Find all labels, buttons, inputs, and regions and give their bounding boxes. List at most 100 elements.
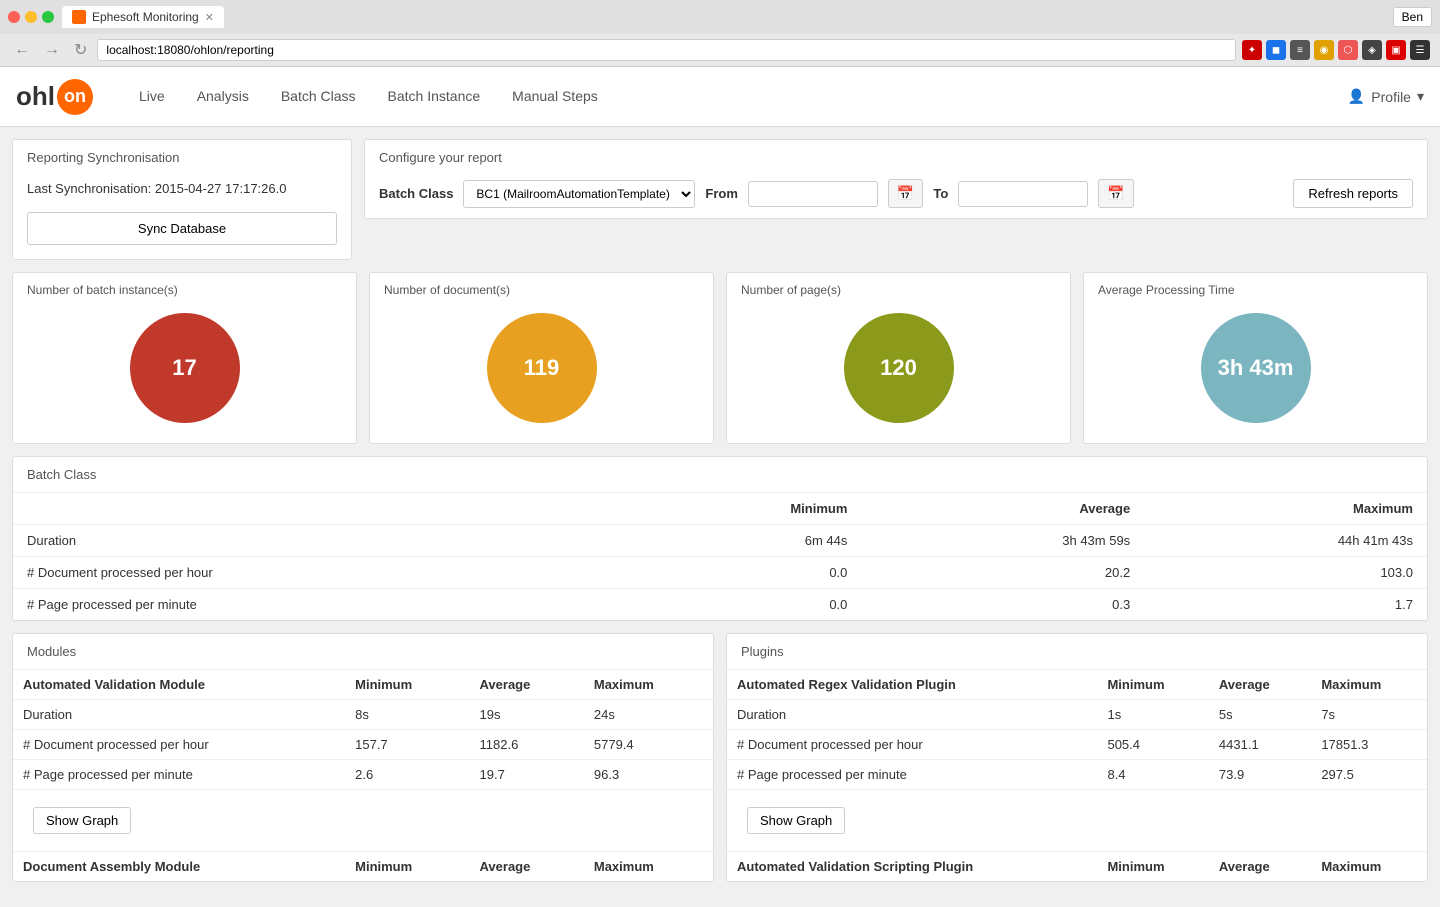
refresh-browser-button[interactable]: ↻ bbox=[70, 38, 91, 62]
profile-label: Profile bbox=[1371, 89, 1411, 105]
stat-documents-circle: 119 bbox=[487, 313, 597, 423]
nav-item-batch-instance[interactable]: Batch Instance bbox=[372, 67, 497, 127]
stat-pages-title: Number of page(s) bbox=[741, 283, 841, 297]
stat-avg-processing-circle: 3h 43m bbox=[1201, 313, 1311, 423]
avm-doc-per-hour-label: # Document processed per hour bbox=[13, 730, 345, 760]
avm-doc-per-hour-min: 157.7 bbox=[345, 730, 469, 760]
refresh-reports-button[interactable]: Refresh reports bbox=[1293, 179, 1413, 208]
plugins-table: Automated Regex Validation Plugin Minimu… bbox=[727, 670, 1427, 881]
table-row: # Document processed per hour 0.0 20.2 1… bbox=[13, 557, 1427, 589]
document-assembly-module-max-header: Maximum bbox=[584, 852, 713, 882]
plugin-header-row: Automated Regex Validation Plugin Minimu… bbox=[727, 670, 1427, 700]
ext-icon-4: ◉ bbox=[1314, 40, 1334, 60]
table-row: Duration 6m 44s 3h 43m 59s 44h 41m 43s bbox=[13, 525, 1427, 557]
batch-class-label: Batch Class bbox=[379, 186, 453, 201]
batch-doc-per-hour-max: 103.0 bbox=[1144, 557, 1427, 589]
stat-avg-processing-value: 3h 43m bbox=[1218, 355, 1294, 381]
to-label: To bbox=[933, 186, 948, 201]
ext-icon-5: ⬡ bbox=[1338, 40, 1358, 60]
plugins-title: Plugins bbox=[727, 634, 1427, 670]
arvp-page-per-min-avg: 73.9 bbox=[1209, 760, 1311, 790]
app-header: ohl on Live Analysis Batch Class Batch I… bbox=[0, 67, 1440, 127]
batch-class-select[interactable]: BC1 (MailroomAutomationTemplate) bbox=[463, 180, 695, 208]
arvp-doc-per-hour-avg: 4431.1 bbox=[1209, 730, 1311, 760]
ext-icon-1: ✦ bbox=[1242, 40, 1262, 60]
sync-last-sync: Last Synchronisation: 2015-04-27 17:17:2… bbox=[13, 175, 351, 206]
to-date-input[interactable] bbox=[958, 181, 1088, 207]
arvp-page-per-min-min: 8.4 bbox=[1097, 760, 1208, 790]
maximize-dot[interactable] bbox=[42, 11, 54, 23]
plugins-show-graph-button[interactable]: Show Graph bbox=[747, 807, 845, 834]
stat-batch-instances-value: 17 bbox=[172, 355, 196, 381]
main-content: Reporting Synchronisation Last Synchroni… bbox=[0, 127, 1440, 907]
batch-class-col-max: Maximum bbox=[1144, 493, 1427, 525]
batch-class-title: Batch Class bbox=[13, 457, 1427, 493]
stat-batch-instances: Number of batch instance(s) 17 bbox=[12, 272, 357, 444]
url-bar[interactable] bbox=[97, 39, 1236, 61]
configure-section: Configure your report Batch Class BC1 (M… bbox=[364, 139, 1428, 260]
table-row: # Document processed per hour 505.4 4431… bbox=[727, 730, 1427, 760]
stat-documents-title: Number of document(s) bbox=[384, 283, 510, 297]
modules-card: Modules Automated Validation Module Mini… bbox=[12, 633, 714, 882]
stat-pages-value: 120 bbox=[880, 355, 917, 381]
show-graph-row: Show Graph bbox=[727, 790, 1427, 852]
nav-item-analysis[interactable]: Analysis bbox=[181, 67, 265, 127]
ext-icon-6: ◈ bbox=[1362, 40, 1382, 60]
arvp-page-per-min-label: # Page processed per minute bbox=[727, 760, 1097, 790]
modules-table: Automated Validation Module Minimum Aver… bbox=[13, 670, 713, 881]
avm-doc-per-hour-max: 5779.4 bbox=[584, 730, 713, 760]
arvp-duration-min: 1s bbox=[1097, 700, 1208, 730]
batch-class-col-avg: Average bbox=[861, 493, 1144, 525]
main-nav: Live Analysis Batch Class Batch Instance… bbox=[123, 67, 1348, 127]
table-row: # Page processed per minute 0.0 0.3 1.7 bbox=[13, 589, 1427, 621]
module-header-row: Automated Validation Module Minimum Aver… bbox=[13, 670, 713, 700]
module-header-row: Document Assembly Module Minimum Average… bbox=[13, 852, 713, 882]
sync-card: Reporting Synchronisation Last Synchroni… bbox=[12, 139, 352, 260]
profile-area[interactable]: 👤 Profile ▾ bbox=[1348, 88, 1424, 105]
automated-validation-module-min-header: Minimum bbox=[345, 670, 469, 700]
tab-close-icon[interactable]: ✕ bbox=[205, 11, 214, 24]
stat-avg-processing: Average Processing Time 3h 43m bbox=[1083, 272, 1428, 444]
automated-validation-scripting-plugin-min-header: Minimum bbox=[1097, 852, 1208, 882]
batch-doc-per-hour-min: 0.0 bbox=[579, 557, 862, 589]
batch-duration-label: Duration bbox=[13, 525, 579, 557]
batch-duration-avg: 3h 43m 59s bbox=[861, 525, 1144, 557]
arvp-duration-avg: 5s bbox=[1209, 700, 1311, 730]
automated-validation-scripting-plugin-max-header: Maximum bbox=[1311, 852, 1427, 882]
nav-item-batch-class[interactable]: Batch Class bbox=[265, 67, 372, 127]
from-date-input[interactable] bbox=[748, 181, 878, 207]
automated-regex-plugin-label: Automated Regex Validation Plugin bbox=[727, 670, 1097, 700]
from-calendar-icon[interactable]: 📅 bbox=[888, 179, 923, 208]
browser-tab[interactable]: Ephesoft Monitoring ✕ bbox=[62, 6, 224, 28]
back-button[interactable]: ← bbox=[10, 39, 34, 61]
automated-validation-module-max-header: Maximum bbox=[584, 670, 713, 700]
table-row: Duration 1s 5s 7s bbox=[727, 700, 1427, 730]
browser-toolbar: Ephesoft Monitoring ✕ Ben bbox=[0, 0, 1440, 34]
avm-page-per-min-label: # Page processed per minute bbox=[13, 760, 345, 790]
avm-page-per-min-max: 96.3 bbox=[584, 760, 713, 790]
nav-item-live[interactable]: Live bbox=[123, 67, 181, 127]
avm-duration-avg: 19s bbox=[470, 700, 584, 730]
ext-icon-8: ☰ bbox=[1410, 40, 1430, 60]
automated-regex-plugin-max-header: Maximum bbox=[1311, 670, 1427, 700]
batch-duration-max: 44h 41m 43s bbox=[1144, 525, 1427, 557]
profile-icon: 👤 bbox=[1348, 88, 1365, 105]
nav-item-manual-steps[interactable]: Manual Steps bbox=[496, 67, 614, 127]
avm-duration-label: Duration bbox=[13, 700, 345, 730]
minimize-dot[interactable] bbox=[25, 11, 37, 23]
to-calendar-icon[interactable]: 📅 bbox=[1098, 179, 1133, 208]
batch-class-card: Batch Class Minimum Average Maximum Dura… bbox=[12, 456, 1428, 621]
modules-plugins-row: Modules Automated Validation Module Mini… bbox=[12, 633, 1428, 882]
sync-database-button[interactable]: Sync Database bbox=[27, 212, 337, 245]
forward-button[interactable]: → bbox=[40, 39, 64, 61]
close-dot[interactable] bbox=[8, 11, 20, 23]
ben-button[interactable]: Ben bbox=[1393, 7, 1432, 27]
arvp-doc-per-hour-max: 17851.3 bbox=[1311, 730, 1427, 760]
browser-addressbar: ← → ↻ ✦ ◼ ≡ ◉ ⬡ ◈ ▣ ☰ bbox=[0, 34, 1440, 66]
modules-show-graph-button[interactable]: Show Graph bbox=[33, 807, 131, 834]
arvp-duration-label: Duration bbox=[727, 700, 1097, 730]
sync-section: Reporting Synchronisation Last Synchroni… bbox=[12, 139, 352, 260]
profile-chevron-icon: ▾ bbox=[1417, 88, 1424, 105]
automated-regex-plugin-avg-header: Average bbox=[1209, 670, 1311, 700]
document-assembly-module-label: Document Assembly Module bbox=[13, 852, 345, 882]
